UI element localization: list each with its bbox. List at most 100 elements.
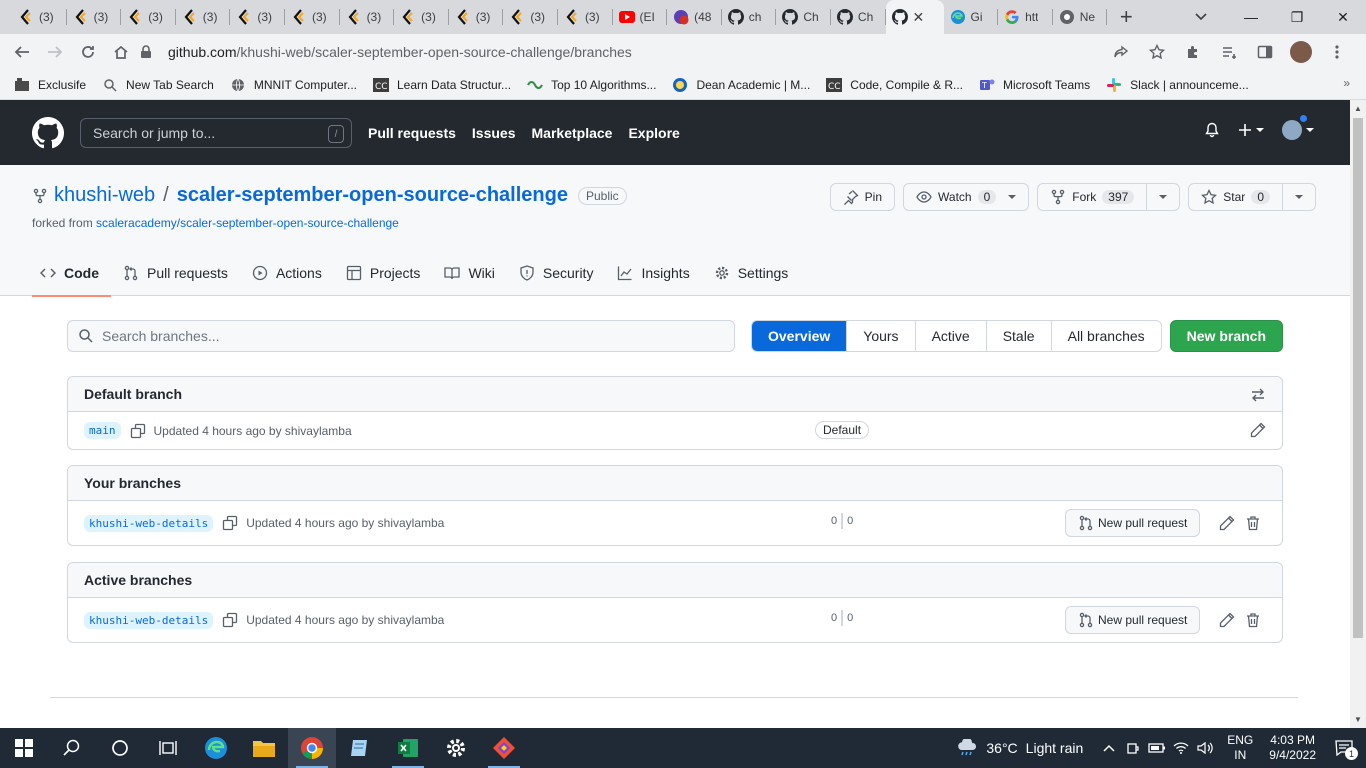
browser-tab[interactable]: (3) [176,0,231,34]
excel-taskbar-icon[interactable] [384,728,432,768]
extensions-puzzle-icon[interactable] [1178,36,1208,68]
page-scrollbar[interactable]: ▲ ▼ [1350,100,1366,728]
reload-icon[interactable] [72,36,104,68]
browser-tab[interactable]: (3) [340,0,395,34]
user-menu[interactable] [1282,114,1314,140]
settings-gear-icon[interactable] [432,728,480,768]
browser-tab[interactable]: (3) [503,0,558,34]
browser-tab[interactable]: Ch [831,0,886,34]
branch-name-link[interactable]: khushi-web-details [84,514,214,532]
new-pull-request-button[interactable]: New pull request [1065,509,1201,537]
filter-all-branches[interactable]: All branches [1050,321,1161,351]
star-dropdown-button[interactable] [1282,184,1315,210]
github-logo-icon[interactable] [32,117,64,149]
browser-tab-active[interactable]: ✕ [885,0,944,34]
watch-button[interactable]: Watch 0 [903,183,1030,211]
git-client-icon[interactable] [480,728,528,768]
tray-chevron-up-icon[interactable] [1097,744,1121,752]
browser-tab[interactable]: (48 [667,0,722,34]
browser-tab[interactable]: (3) [67,0,122,34]
notepad-taskbar-icon[interactable] [336,728,384,768]
pin-button[interactable]: Pin [829,183,896,211]
fork-dropdown-button[interactable] [1146,184,1179,210]
input-language[interactable]: ENG IN [1227,733,1253,763]
tab-projects[interactable]: Projects [338,249,433,296]
system-clock[interactable]: 4:03 PM 9/4/2022 [1269,733,1316,763]
bookmark-item[interactable]: Exclusife [14,77,86,93]
tab-actions[interactable]: Actions [244,249,334,296]
bookmark-item[interactable]: Dean Academic | M... [672,77,810,93]
repo-name-link[interactable]: scaler-september-open-source-challenge [177,184,568,207]
bookmark-star-icon[interactable] [1142,36,1172,68]
edit-pencil-icon[interactable] [1250,422,1266,438]
tab-code[interactable]: Code [32,249,111,297]
copy-icon[interactable] [130,423,146,439]
browser-tab[interactable]: Ch [776,0,831,34]
bookmark-item[interactable]: CC Learn Data Structur... [373,77,511,93]
nav-marketplace[interactable]: Marketplace [532,125,613,141]
delete-trash-icon[interactable] [1245,515,1261,531]
forward-arrow-icon[interactable] [39,36,71,68]
notification-center-icon[interactable]: 1 [1332,740,1358,760]
branch-name-link[interactable]: khushi-web-details [84,611,214,629]
bookmark-item[interactable]: MNNIT Computer... [230,77,357,93]
edit-pencil-icon[interactable] [1219,612,1235,628]
cortana-circle-icon[interactable] [96,728,144,768]
bookmarks-overflow-icon[interactable]: » [1343,76,1350,90]
scroll-up-icon[interactable]: ▲ [1354,104,1362,113]
reading-list-icon[interactable] [1214,36,1244,68]
wifi-icon[interactable] [1169,741,1193,755]
create-new-plus-icon[interactable] [1238,123,1264,137]
edge-browser-icon[interactable] [192,728,240,768]
tab-wiki[interactable]: Wiki [436,249,506,296]
copy-icon[interactable] [222,612,238,628]
tab-settings[interactable]: Settings [706,249,801,296]
volume-icon[interactable] [1193,741,1217,755]
new-pull-request-button[interactable]: New pull request [1065,606,1201,634]
star-button[interactable]: Star 0 [1189,184,1282,210]
browser-tab[interactable]: (3) [449,0,504,34]
tab-insights[interactable]: Insights [609,249,701,296]
bookmark-item[interactable]: Slack | announceme... [1106,77,1249,93]
browser-tab[interactable]: ch [722,0,777,34]
browser-tab[interactable]: (3) [12,0,67,34]
bookmark-item[interactable]: CC Code, Compile & R... [826,77,963,93]
share-icon[interactable] [1106,36,1136,68]
browser-tab[interactable]: Gi [944,0,999,34]
chrome-taskbar-icon[interactable] [288,728,336,768]
bookmark-item[interactable]: Top 10 Algorithms... [527,77,656,93]
forked-from-link[interactable]: scaleracademy/scaler-september-open-sour… [96,216,399,230]
chrome-menu-icon[interactable] [1322,36,1352,68]
nav-pull-requests[interactable]: Pull requests [368,125,456,141]
branch-search-input[interactable]: Search branches... [67,320,735,352]
restore-icon[interactable]: ❐ [1274,0,1320,34]
new-tab-button[interactable]: + [1111,2,1141,32]
bookmark-item[interactable]: T Microsoft Teams [979,77,1090,93]
tray-app-icon[interactable] [1121,741,1145,755]
close-window-icon[interactable]: ✕ [1320,0,1366,34]
browser-tab[interactable]: Ne [1053,0,1108,34]
task-view-icon[interactable] [144,728,192,768]
switch-default-branch-icon[interactable] [1250,387,1266,403]
fork-button[interactable]: Fork 397 [1038,184,1146,210]
nav-issues[interactable]: Issues [472,125,516,141]
lock-icon[interactable] [140,45,152,59]
new-branch-button[interactable]: New branch [1169,320,1283,352]
battery-icon[interactable] [1145,742,1169,754]
branch-name-link[interactable]: main [84,422,121,439]
repo-owner-link[interactable]: khushi-web [54,184,155,207]
tab-search-chevron-icon[interactable] [1186,0,1216,34]
tab-pull-requests[interactable]: Pull requests [115,249,240,296]
windows-start-icon[interactable] [0,728,48,768]
back-arrow-icon[interactable] [6,36,38,68]
minimize-icon[interactable]: — [1228,0,1274,34]
home-icon[interactable] [105,36,137,68]
filter-yours[interactable]: Yours [846,321,914,351]
nav-explore[interactable]: Explore [628,125,679,141]
filter-overview[interactable]: Overview [752,321,847,351]
tab-security[interactable]: Security [511,249,606,296]
profile-avatar[interactable] [1286,36,1316,68]
notifications-bell-icon[interactable] [1204,122,1220,138]
scroll-down-icon[interactable]: ▼ [1354,715,1362,724]
delete-trash-icon[interactable] [1245,612,1261,628]
